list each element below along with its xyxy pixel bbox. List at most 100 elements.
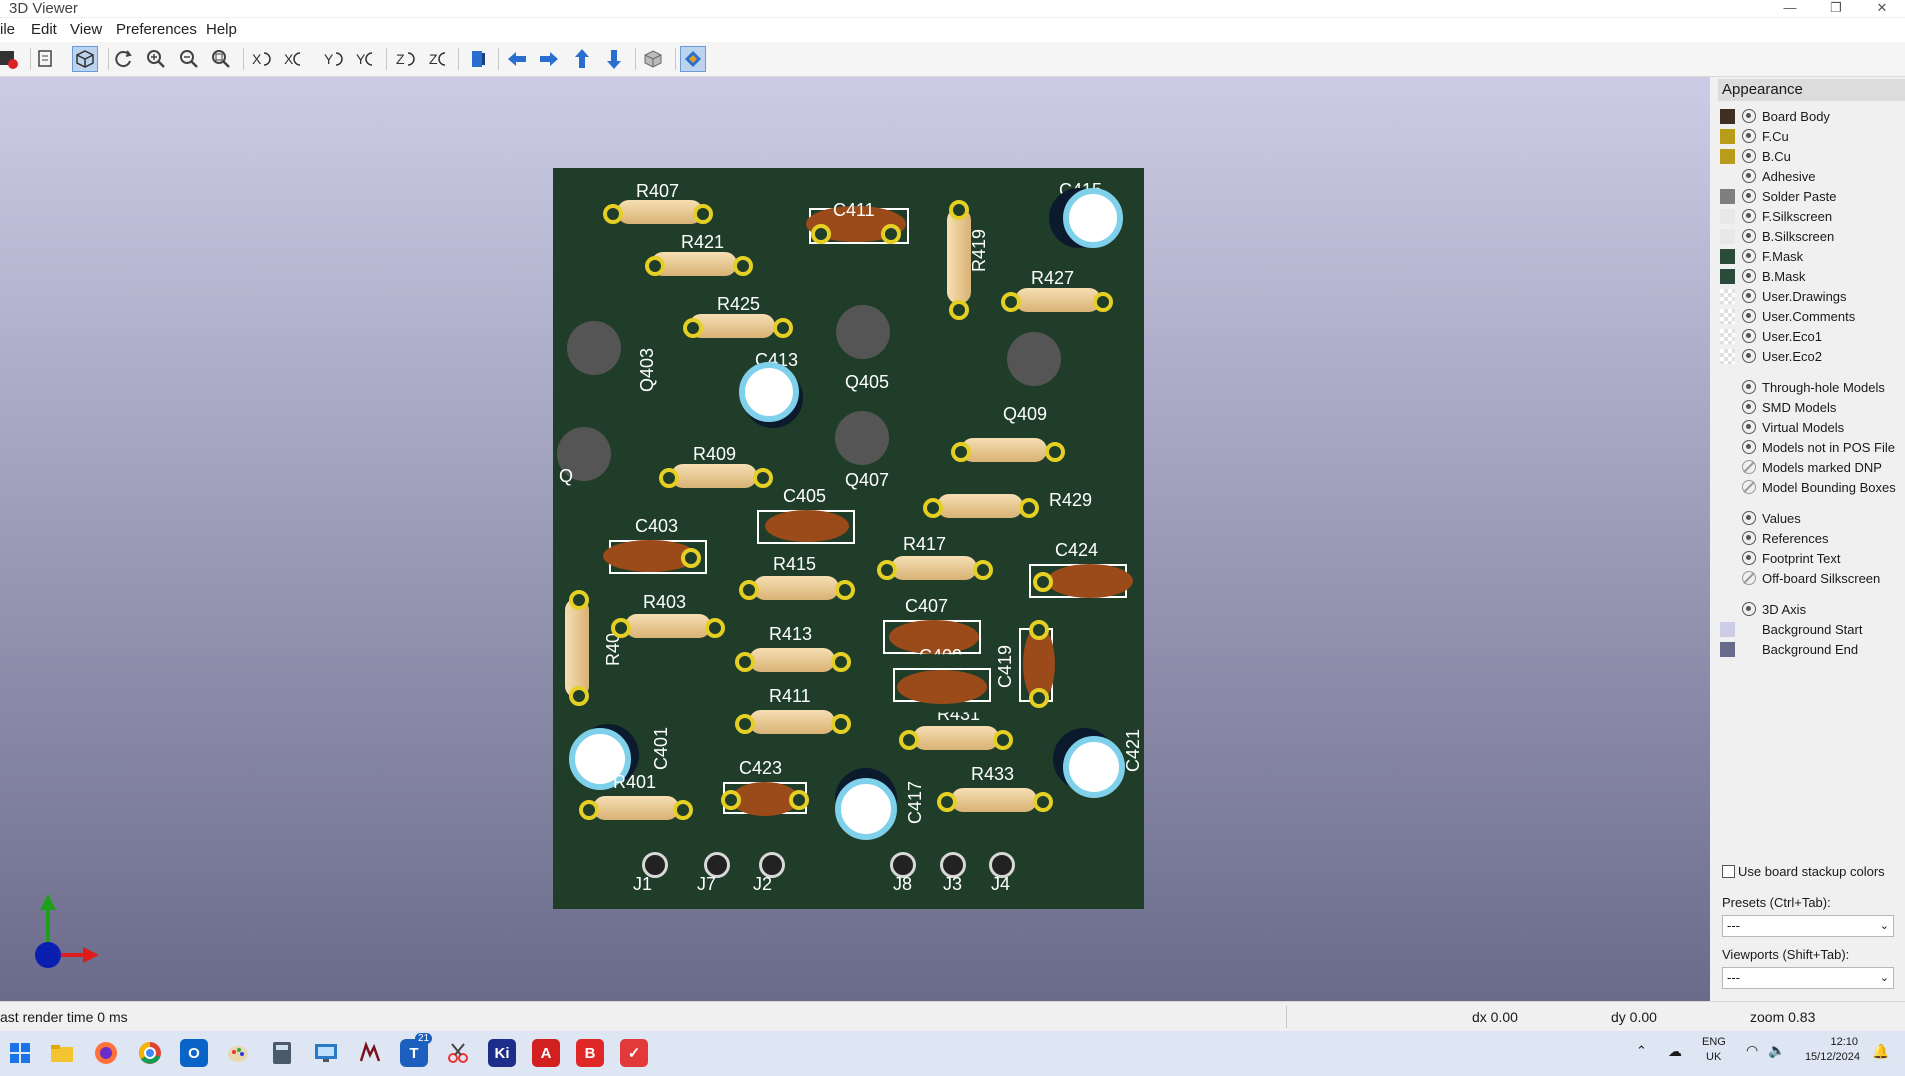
move-left-icon[interactable]: [504, 46, 530, 72]
render-raytraced-icon[interactable]: [0, 46, 22, 72]
color-swatch[interactable]: [1720, 621, 1735, 637]
visibility-eye-icon[interactable]: [1742, 531, 1756, 545]
text-row-offboard-silk[interactable]: Off-board Silkscreen: [1720, 569, 1880, 587]
rotate-x-cw-icon[interactable]: X: [248, 46, 274, 72]
zoom-fit-icon[interactable]: [208, 46, 234, 72]
onedrive-icon[interactable]: ☁: [1668, 1043, 1682, 1060]
copy-clipboard-icon[interactable]: [33, 46, 59, 72]
move-right-icon[interactable]: [536, 46, 562, 72]
paint-icon[interactable]: [224, 1039, 252, 1067]
snipping-tool-icon[interactable]: [444, 1039, 472, 1067]
hidden-eye-icon[interactable]: [1742, 480, 1756, 494]
color-swatch[interactable]: [1720, 348, 1735, 364]
visibility-eye-icon[interactable]: [1742, 109, 1756, 123]
file-explorer-icon[interactable]: [48, 1039, 76, 1067]
clock-date[interactable]: 15/12/2024: [1800, 1051, 1860, 1063]
color-swatch[interactable]: [1720, 108, 1735, 124]
menu-view[interactable]: View: [70, 21, 102, 38]
model-row-through-hole[interactable]: Through-hole Models: [1720, 378, 1885, 396]
visibility-eye-icon[interactable]: [1742, 551, 1756, 565]
layer-row-bcu[interactable]: B.Cu: [1720, 147, 1791, 165]
color-swatch[interactable]: [1720, 208, 1735, 224]
move-up-icon[interactable]: [569, 46, 595, 72]
zoom-in-icon[interactable]: [143, 46, 169, 72]
layer-row-adhesive[interactable]: Adhesive: [1720, 167, 1815, 185]
visibility-eye-icon[interactable]: [1742, 349, 1756, 363]
rotate-z-ccw-icon[interactable]: Z: [425, 46, 451, 72]
layers-manager-icon[interactable]: [680, 46, 706, 72]
rotate-y-ccw-icon[interactable]: Y: [352, 46, 378, 72]
misc-row-bg-end[interactable]: Background End: [1720, 640, 1858, 658]
language-code[interactable]: ENG: [1702, 1036, 1726, 1048]
kicad-schematic-icon[interactable]: [356, 1039, 384, 1067]
volume-icon[interactable]: 🔈: [1768, 1042, 1785, 1059]
misc-row-3d-axis[interactable]: 3D Axis: [1720, 600, 1806, 618]
visibility-eye-icon[interactable]: [1742, 380, 1756, 394]
color-swatch[interactable]: [1720, 188, 1735, 204]
stackup-checkbox[interactable]: [1722, 864, 1735, 878]
visibility-eye-icon[interactable]: [1742, 129, 1756, 143]
move-down-icon[interactable]: [601, 46, 627, 72]
color-swatch[interactable]: [1720, 248, 1735, 264]
zoom-out-icon[interactable]: [176, 46, 202, 72]
visibility-eye-icon[interactable]: [1742, 149, 1756, 163]
layer-row-user-drawings[interactable]: User.Drawings: [1720, 287, 1847, 305]
color-swatch[interactable]: [1720, 308, 1735, 324]
stackup-colors-checkbox-row[interactable]: Use board stackup colors: [1722, 862, 1885, 880]
close-button[interactable]: ✕: [1859, 0, 1905, 17]
visibility-eye-icon[interactable]: [1742, 269, 1756, 283]
layer-row-fsilkscreen[interactable]: F.Silkscreen: [1720, 207, 1832, 225]
visibility-eye-icon[interactable]: [1742, 289, 1756, 303]
model-row-dnp[interactable]: Models marked DNP: [1720, 458, 1882, 476]
layer-row-user-eco1[interactable]: User.Eco1: [1720, 327, 1822, 345]
color-swatch[interactable]: [1720, 228, 1735, 244]
color-swatch[interactable]: [1720, 268, 1735, 284]
maximize-button[interactable]: ❐: [1813, 0, 1859, 17]
tray-expand-icon[interactable]: ⌃: [1636, 1043, 1647, 1059]
outlook-icon[interactable]: O: [180, 1039, 208, 1067]
color-swatch[interactable]: [1720, 148, 1735, 164]
app-b-icon[interactable]: B: [576, 1039, 604, 1067]
text-row-references[interactable]: References: [1720, 529, 1828, 547]
model-row-bounding-boxes[interactable]: Model Bounding Boxes: [1720, 478, 1896, 496]
layer-row-user-eco2[interactable]: User.Eco2: [1720, 347, 1822, 365]
text-row-footprint-text[interactable]: Footprint Text: [1720, 549, 1841, 567]
security-shield-icon[interactable]: ✓: [620, 1039, 648, 1067]
reload-board-icon[interactable]: [111, 46, 137, 72]
visibility-eye-icon[interactable]: [1742, 400, 1756, 414]
render-opengl-icon[interactable]: [72, 46, 98, 72]
remote-desktop-icon[interactable]: [312, 1039, 340, 1067]
model-row-virtual[interactable]: Virtual Models: [1720, 418, 1844, 436]
presets-dropdown[interactable]: --- ⌄: [1722, 915, 1894, 937]
model-row-smd[interactable]: SMD Models: [1720, 398, 1836, 416]
layer-row-fmask[interactable]: F.Mask: [1720, 247, 1803, 265]
rotate-z-cw-icon[interactable]: Z: [392, 46, 418, 72]
visibility-eye-icon[interactable]: [1742, 440, 1756, 454]
chrome-icon[interactable]: [136, 1039, 164, 1067]
notification-bell-icon[interactable]: 🔔: [1872, 1043, 1889, 1060]
windows-start-icon[interactable]: [6, 1039, 34, 1067]
rotate-y-cw-icon[interactable]: Y: [320, 46, 346, 72]
visibility-eye-icon[interactable]: [1742, 209, 1756, 223]
visibility-eye-icon[interactable]: [1742, 309, 1756, 323]
viewports-dropdown[interactable]: --- ⌄: [1722, 967, 1894, 989]
visibility-eye-icon[interactable]: [1742, 229, 1756, 243]
color-swatch[interactable]: [1720, 328, 1735, 344]
visibility-eye-icon[interactable]: [1742, 420, 1756, 434]
layer-row-bsilkscreen[interactable]: B.Silkscreen: [1720, 227, 1834, 245]
3d-viewport[interactable]: R407 C411 R419 C415 R421 R427 R425 Q403 …: [0, 77, 1710, 1001]
visibility-eye-icon[interactable]: [1742, 329, 1756, 343]
menu-file[interactable]: ile: [0, 21, 15, 38]
visibility-eye-icon[interactable]: [1742, 189, 1756, 203]
color-swatch[interactable]: [1720, 128, 1735, 144]
clock-time[interactable]: 12:10: [1806, 1036, 1858, 1048]
color-swatch[interactable]: [1720, 641, 1735, 657]
layer-row-solder-paste[interactable]: Solder Paste: [1720, 187, 1836, 205]
kicad-icon[interactable]: Ki: [488, 1039, 516, 1067]
visibility-eye-icon[interactable]: [1742, 169, 1756, 183]
minimize-button[interactable]: —: [1767, 0, 1813, 17]
menu-preferences[interactable]: Preferences: [116, 21, 197, 38]
language-region[interactable]: UK: [1706, 1051, 1721, 1063]
text-row-values[interactable]: Values: [1720, 509, 1801, 527]
wifi-icon[interactable]: ◠: [1746, 1042, 1758, 1059]
